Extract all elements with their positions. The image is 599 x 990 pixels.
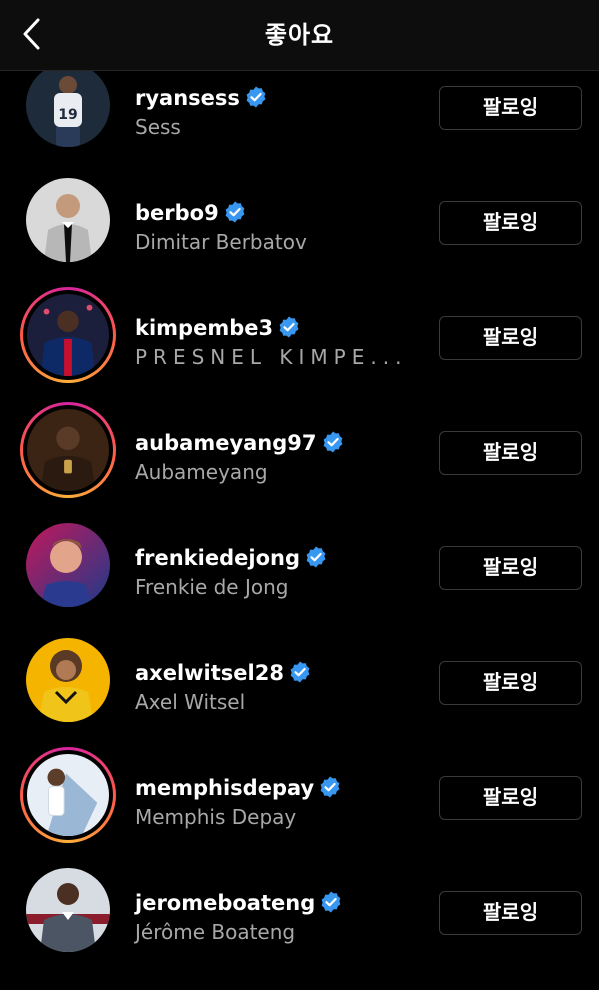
list-item: memphisdepay Memphis Depay 팔로잉 bbox=[0, 747, 599, 875]
list-item: kimpembe3 PRESNEL KIMPE... 팔로잉 bbox=[0, 287, 599, 415]
full-name: Axel Witsel bbox=[135, 690, 246, 714]
username[interactable]: frenkiedejong bbox=[135, 546, 300, 570]
verified-badge-icon bbox=[321, 891, 341, 913]
username[interactable]: memphisdepay bbox=[135, 776, 314, 800]
verified-badge-icon bbox=[306, 546, 326, 568]
avatar[interactable] bbox=[20, 747, 116, 843]
verified-badge-icon bbox=[290, 661, 310, 683]
list-item: axelwitsel28 Axel Witsel 팔로잉 bbox=[0, 638, 599, 760]
verified-badge-icon bbox=[279, 316, 299, 338]
following-button[interactable]: 팔로잉 bbox=[439, 316, 582, 360]
page-title: 좋아요 bbox=[264, 21, 335, 49]
verified-badge-icon bbox=[320, 776, 340, 798]
full-name: Memphis Depay bbox=[135, 805, 297, 829]
username[interactable]: ryansess bbox=[135, 86, 240, 110]
username[interactable]: kimpembe3 bbox=[135, 316, 273, 340]
verified-badge-icon bbox=[323, 431, 342, 453]
full-name: Frenkie de Jong bbox=[135, 575, 289, 599]
avatar[interactable] bbox=[20, 402, 116, 498]
following-button[interactable]: 팔로잉 bbox=[439, 86, 582, 130]
username[interactable]: axelwitsel28 bbox=[135, 661, 284, 685]
list-item: frenkiedejong Frenkie de Jong 팔로잉 bbox=[0, 523, 599, 645]
following-button[interactable]: 팔로잉 bbox=[439, 776, 582, 820]
list-item: aubameyang97 Aubameyang 팔로잉 bbox=[0, 402, 599, 530]
list-item: jeromeboateng Jérôme Boateng 팔로잉 bbox=[0, 868, 599, 990]
username[interactable]: aubameyang97 bbox=[135, 431, 317, 455]
following-button[interactable]: 팔로잉 bbox=[439, 891, 582, 935]
header-bar: 좋아요 bbox=[0, 0, 599, 71]
full-name: Sess bbox=[135, 115, 181, 139]
avatar[interactable] bbox=[20, 862, 116, 958]
avatar[interactable] bbox=[20, 632, 116, 728]
list-item: berbo9 Dimitar Berbatov 팔로잉 bbox=[0, 178, 599, 300]
svg-text:19: 19 bbox=[58, 107, 77, 123]
username[interactable]: jeromeboateng bbox=[135, 891, 315, 915]
avatar[interactable] bbox=[20, 287, 116, 383]
avatar[interactable] bbox=[20, 172, 116, 268]
username[interactable]: berbo9 bbox=[135, 201, 219, 225]
full-name: Jérôme Boateng bbox=[135, 920, 296, 944]
avatar[interactable] bbox=[20, 517, 116, 613]
list-item: 19 ryansess Sess 팔로잉 bbox=[0, 63, 599, 185]
verified-badge-icon bbox=[225, 201, 245, 223]
following-button[interactable]: 팔로잉 bbox=[439, 431, 582, 475]
avatar[interactable]: 19 bbox=[20, 57, 116, 153]
full-name: Aubameyang bbox=[135, 460, 268, 484]
verified-badge-icon bbox=[246, 86, 266, 108]
full-name: Dimitar Berbatov bbox=[135, 230, 307, 254]
following-button[interactable]: 팔로잉 bbox=[439, 546, 582, 590]
following-button[interactable]: 팔로잉 bbox=[439, 661, 582, 705]
full-name: PRESNEL KIMPE... bbox=[135, 345, 408, 369]
following-button[interactable]: 팔로잉 bbox=[439, 201, 582, 245]
